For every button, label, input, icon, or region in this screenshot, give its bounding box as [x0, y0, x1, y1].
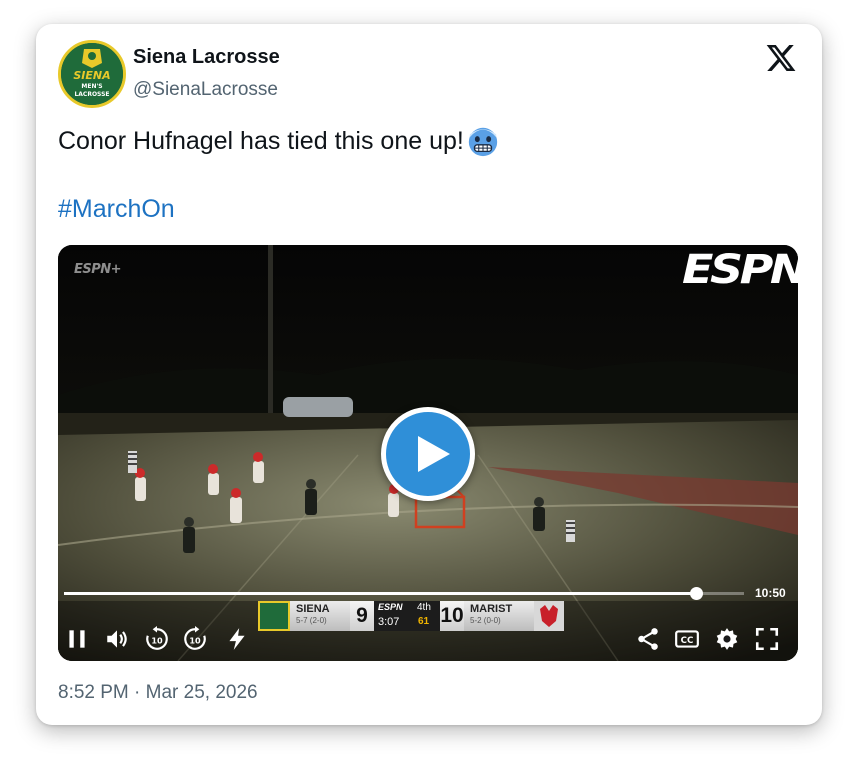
home-team-name: SIENA: [296, 603, 330, 615]
settings-icon[interactable]: [714, 626, 740, 652]
tweet-text: Conor Hufnagel has tied this one up!: [58, 124, 500, 158]
cold-face-emoji-icon: [466, 124, 500, 158]
espn-plus-watermark: ESPN+: [74, 262, 122, 277]
duration-readout: 10:50: [755, 586, 786, 600]
avatar-text-lacrosse: LACROSSE: [74, 91, 109, 98]
tweet-card: SIENA MEN'S LACROSSE Siena Lacrosse @Sie…: [36, 24, 822, 725]
share-icon[interactable]: [635, 626, 661, 652]
author-handle[interactable]: @SienaLacrosse: [133, 79, 278, 101]
progress-fill: [64, 592, 697, 595]
scorebug-network: ESPN: [378, 602, 403, 612]
pause-icon[interactable]: [64, 626, 90, 652]
svg-text:10: 10: [151, 635, 163, 645]
lightning-icon[interactable]: [224, 626, 250, 652]
svg-text:10: 10: [189, 635, 201, 645]
svg-text:CC: CC: [681, 636, 694, 646]
x-logo-icon[interactable]: [764, 42, 798, 74]
tweet-timestamp[interactable]: 8:52 PM · Mar 25, 2026: [58, 682, 258, 704]
play-button[interactable]: [381, 407, 475, 501]
fullscreen-icon[interactable]: [754, 626, 780, 652]
avatar-text-mens: MEN'S: [81, 83, 102, 90]
video-player[interactable]: ESPN+ ESPN 10:50 SIENA 5-7 (2-0) 9 ESPN …: [58, 245, 798, 661]
progress-bar[interactable]: [64, 587, 744, 600]
volume-icon[interactable]: [104, 626, 130, 652]
game-period: 4th: [417, 602, 431, 613]
forward-10-icon[interactable]: 10: [182, 626, 208, 652]
author-name[interactable]: Siena Lacrosse: [133, 46, 280, 69]
siena-lacrosse-logo-icon: SIENA MEN'S LACROSSE: [61, 43, 123, 105]
tweet-text-body: Conor Hufnagel has tied this one up!: [58, 126, 464, 155]
video-controls: 10 10 CC: [58, 620, 798, 658]
captions-icon[interactable]: CC: [674, 626, 700, 652]
hashtag-link[interactable]: #MarchOn: [58, 195, 175, 224]
avatar[interactable]: SIENA MEN'S LACROSSE: [58, 40, 126, 108]
espn-network-logo: ESPN: [682, 247, 798, 293]
rewind-10-icon[interactable]: 10: [144, 626, 170, 652]
play-icon: [418, 436, 450, 472]
away-team-name: MARIST: [470, 603, 513, 615]
avatar-text-siena: SIENA: [73, 69, 110, 82]
